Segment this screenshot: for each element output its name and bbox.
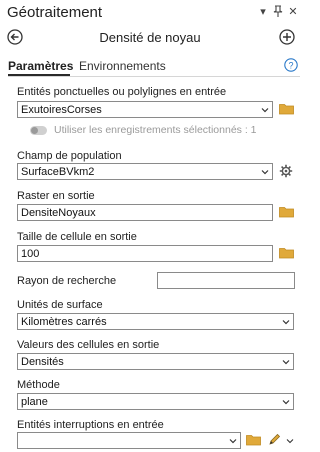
search-radius-label: Rayon de recherche <box>17 275 117 287</box>
population-field-label: Champ de population <box>17 150 122 162</box>
chevron-down-icon[interactable] <box>228 436 238 446</box>
method-value: plane <box>21 396 48 408</box>
use-selected-toggle[interactable] <box>30 126 47 135</box>
close-icon[interactable]: ✕ <box>287 5 299 19</box>
title-bar: Géotraitement ▾ ✕ <box>0 0 300 24</box>
area-units-combo[interactable]: Kilomètres carrés <box>17 313 294 330</box>
cell-size-label: Taille de cellule en sortie <box>17 231 137 243</box>
input-features-value: ExutoiresCorses <box>21 104 102 116</box>
app-title: Géotraitement <box>7 4 103 21</box>
output-raster-input[interactable]: DensiteNoyaux <box>17 204 273 221</box>
chevron-down-icon[interactable] <box>260 105 270 115</box>
cell-size-value: 100 <box>21 248 40 260</box>
output-values-label: Valeurs des cellules en sortie <box>17 339 160 351</box>
pencil-icon[interactable] <box>268 433 281 446</box>
output-raster-value: DensiteNoyaux <box>21 207 96 219</box>
method-label: Méthode <box>17 379 60 391</box>
output-values-value: Densités <box>21 356 64 368</box>
barriers-combo[interactable] <box>17 432 241 449</box>
chevron-down-icon[interactable] <box>260 167 270 177</box>
chevron-down-icon[interactable] <box>281 317 291 327</box>
svg-text:?: ? <box>288 61 293 71</box>
input-features-combo[interactable]: ExutoiresCorses <box>17 101 273 118</box>
tab-parameters[interactable]: Paramètres <box>8 59 73 73</box>
tab-divider <box>8 76 300 77</box>
population-field-value: SurfaceBVkm2 <box>21 166 95 178</box>
back-arrow-icon[interactable] <box>7 29 23 45</box>
area-units-label: Unités de surface <box>17 299 103 311</box>
options-dropdown-icon[interactable]: ▾ <box>257 5 269 19</box>
folder-icon[interactable] <box>279 247 294 259</box>
add-icon[interactable] <box>279 29 295 45</box>
barriers-label: Entités interruptions en entrée <box>17 419 164 431</box>
output-raster-label: Raster en sortie <box>17 190 95 202</box>
chevron-down-icon[interactable] <box>281 397 291 407</box>
chevron-down-icon[interactable] <box>286 437 294 445</box>
search-radius-input[interactable] <box>157 272 295 289</box>
cell-size-input[interactable]: 100 <box>17 245 273 262</box>
folder-icon[interactable] <box>279 206 294 218</box>
input-features-label: Entités ponctuelles ou polylignes en ent… <box>17 86 227 98</box>
help-icon[interactable]: ? <box>284 58 298 72</box>
population-field-combo[interactable]: SurfaceBVkm2 <box>17 163 273 180</box>
toggle-knob <box>31 127 38 134</box>
method-combo[interactable]: plane <box>17 393 294 410</box>
tool-nav-bar: Densité de noyau <box>0 26 300 50</box>
pin-icon[interactable] <box>272 5 284 19</box>
use-selected-label: Utiliser les enregistrements sélectionné… <box>54 124 257 136</box>
tool-title: Densité de noyau <box>99 30 201 45</box>
output-values-combo[interactable]: Densités <box>17 353 294 370</box>
tab-environments[interactable]: Environnements <box>79 59 166 73</box>
folder-icon[interactable] <box>279 103 294 115</box>
area-units-value: Kilomètres carrés <box>21 316 107 328</box>
folder-icon[interactable] <box>246 434 261 446</box>
chevron-down-icon[interactable] <box>281 357 291 367</box>
gear-icon[interactable] <box>279 164 293 178</box>
